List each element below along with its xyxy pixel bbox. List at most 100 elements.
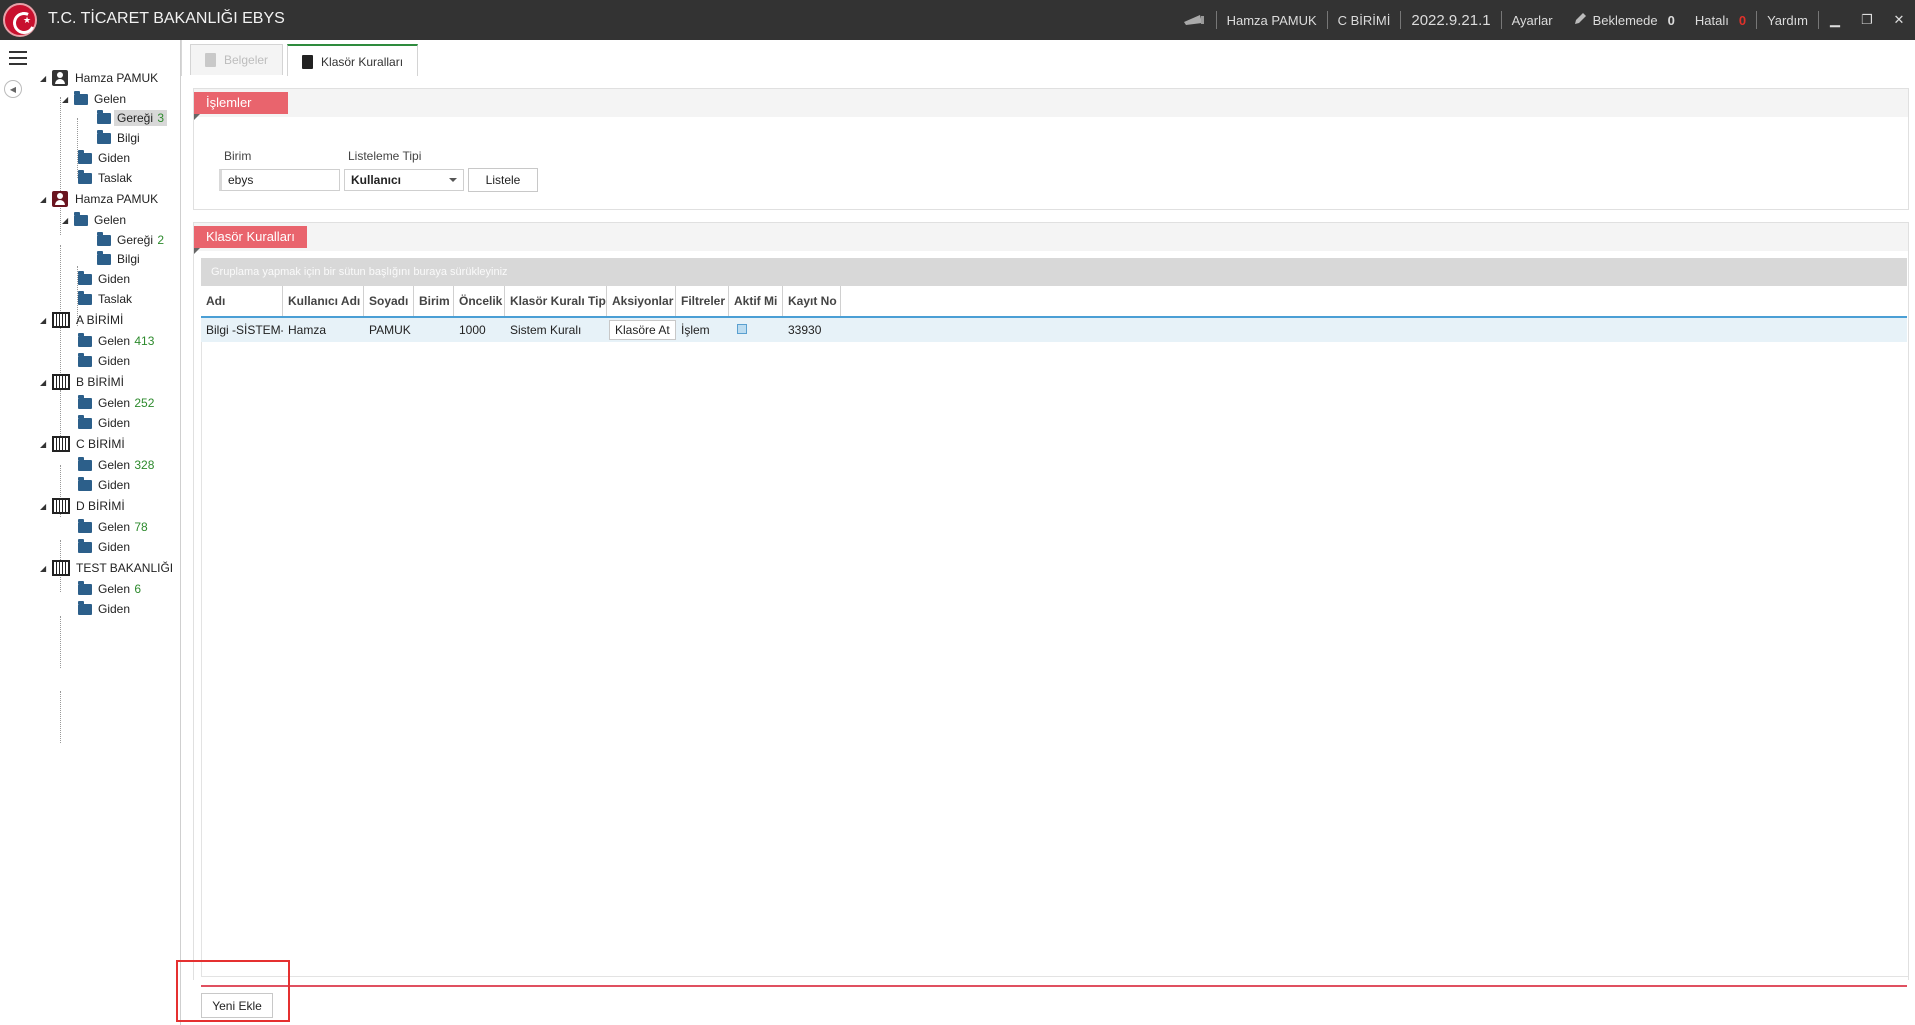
tree-node-outgoing[interactable]: Giden — [78, 413, 133, 433]
folder-count: 252 — [134, 396, 155, 410]
cell-actions: Klasöre At — [607, 318, 676, 342]
tree-node-outgoing[interactable]: Giden — [78, 475, 133, 495]
expand-arrow-icon[interactable]: ◢ — [62, 95, 74, 104]
tab-documents[interactable]: Belgeler — [190, 44, 284, 75]
tree-node-info[interactable]: Bilgi — [97, 249, 143, 269]
tree-node-unit-d[interactable]: ◢ D BİRİMİ — [40, 496, 128, 516]
column-header-filters[interactable]: Filtreler — [676, 286, 729, 316]
cell-filters: İşlem — [681, 323, 710, 337]
expand-arrow-icon[interactable]: ◢ — [40, 316, 52, 325]
collapse-panel-icon[interactable]: ◀ — [4, 80, 22, 98]
folder-icon — [78, 518, 92, 533]
tree-node-draft[interactable]: Taslak — [78, 289, 135, 309]
expand-arrow-icon[interactable]: ◢ — [62, 216, 74, 225]
folder-count: 328 — [134, 458, 155, 472]
current-user[interactable]: Hamza PAMUK — [1217, 0, 1327, 40]
tree-node-incoming[interactable]: Gelen 413 — [78, 331, 157, 351]
column-header-username[interactable]: Kullanıcı Adı — [283, 286, 364, 316]
group-by-drop-area[interactable]: Gruplama yapmak için bir sütun başlığını… — [201, 258, 1907, 286]
column-header-actions[interactable]: Aksiyonlar — [607, 286, 676, 316]
folder-icon — [78, 169, 92, 184]
tree-node-action-required[interactable]: Gereği 3 — [97, 108, 168, 128]
active-checkbox[interactable] — [737, 324, 747, 334]
tree-node-outgoing[interactable]: Giden — [78, 148, 133, 168]
tree-node-incoming[interactable]: Gelen 78 — [78, 517, 151, 537]
tree-node-draft[interactable]: Taslak — [78, 168, 135, 188]
tree-node-outgoing[interactable]: Giden — [78, 599, 133, 619]
move-to-folder-button[interactable]: Klasöre At — [609, 320, 676, 340]
column-header-surname[interactable]: Soyadı — [364, 286, 414, 316]
pending-label: Beklemede — [1592, 12, 1658, 28]
tree-node-incoming[interactable]: Gelen 252 — [78, 393, 157, 413]
grid-header: Adı Kullanıcı Adı Soyadı Birim Öncelik K… — [201, 286, 1907, 318]
column-header-record-no[interactable]: Kayıt No — [783, 286, 841, 316]
tree-node-incoming[interactable]: ◢ Gelen — [62, 89, 129, 109]
expand-arrow-icon[interactable]: ◢ — [40, 195, 52, 204]
tree-node-info[interactable]: Bilgi — [97, 128, 143, 148]
folder-icon — [78, 332, 92, 347]
cell-username: Hamza — [288, 323, 327, 337]
highlight-annotation — [176, 960, 290, 1022]
expand-arrow-icon[interactable]: ◢ — [40, 440, 52, 449]
error-count: 0 — [1738, 12, 1747, 28]
chevron-down-icon — [449, 178, 457, 182]
folder-count: 413 — [134, 334, 155, 348]
rules-grid — [201, 316, 1908, 977]
tree-node-incoming[interactable]: Gelen 328 — [78, 455, 157, 475]
expand-arrow-icon[interactable]: ◢ — [40, 502, 52, 511]
folder-icon — [97, 129, 111, 144]
folder-icon — [78, 394, 92, 409]
tree-node-user-role[interactable]: ◢ Hamza PAMUK — [40, 189, 161, 209]
list-type-label: Listeleme Tipi — [348, 149, 422, 163]
settings-link[interactable]: Ayarlar — [1502, 0, 1563, 40]
column-header-name[interactable]: Adı — [201, 286, 283, 316]
tree-node-test-ministry[interactable]: ◢ TEST BAKANLIĞI — [40, 558, 176, 578]
column-header-priority[interactable]: Öncelik — [454, 286, 505, 316]
folder-icon — [78, 149, 92, 164]
tree-node-unit-b[interactable]: ◢ B BİRİMİ — [40, 372, 127, 392]
tree-node-unit-a[interactable]: ◢ A BİRİMİ — [40, 310, 126, 330]
pending-status[interactable]: Beklemede 0 — [1563, 0, 1685, 40]
error-label: Hatalı — [1694, 12, 1729, 28]
folder-count: 2 — [157, 233, 165, 247]
current-unit[interactable]: C BİRİMİ — [1328, 0, 1401, 40]
folder-count: 6 — [134, 582, 142, 596]
menu-icon[interactable] — [9, 51, 27, 65]
column-header-active[interactable]: Aktif Mi — [729, 286, 783, 316]
list-button[interactable]: Listele — [468, 168, 538, 192]
pending-count: 0 — [1667, 12, 1675, 28]
tab-folder-rules[interactable]: Klasör Kuralları — [287, 44, 419, 77]
cell-rule-type: Sistem Kuralı — [510, 323, 582, 337]
folder-icon — [78, 600, 92, 615]
unit-label: Birim — [224, 149, 252, 163]
expand-arrow-icon[interactable]: ◢ — [40, 378, 52, 387]
tree-node-outgoing[interactable]: Giden — [78, 537, 133, 557]
column-header-unit[interactable]: Birim — [414, 286, 454, 316]
tree-node-action-required[interactable]: Gereği 2 — [97, 230, 167, 250]
tree-node-unit-c[interactable]: ◢ C BİRİMİ — [40, 434, 128, 454]
tree-node-outgoing[interactable]: Giden — [78, 351, 133, 371]
error-status[interactable]: Hatalı 0 — [1685, 0, 1756, 40]
restore-icon[interactable]: ❐ — [1851, 0, 1883, 40]
expand-arrow-icon[interactable]: ◢ — [40, 564, 52, 573]
expand-arrow-icon[interactable]: ◢ — [40, 74, 52, 83]
cell-active — [729, 318, 783, 342]
unit-input[interactable]: ebys — [219, 169, 340, 191]
minimize-icon[interactable]: ▁ — [1819, 0, 1851, 40]
pen-icon — [1573, 12, 1587, 29]
list-type-select[interactable]: Kullanıcı — [344, 169, 464, 191]
folder-icon — [97, 250, 111, 265]
announcement-icon[interactable] — [1172, 0, 1216, 40]
tree-node-outgoing[interactable]: Giden — [78, 269, 133, 289]
tree-node-incoming[interactable]: Gelen 6 — [78, 579, 144, 599]
ministry-logo: ★ — [3, 3, 39, 38]
help-link[interactable]: Yardım — [1757, 0, 1818, 40]
folder-icon — [78, 538, 92, 553]
folder-tree-panel: ◀ ◢ Hamza PAMUK ◢ Gelen Gereği 3 Bilgi G… — [0, 40, 181, 1025]
tree-node-user[interactable]: ◢ Hamza PAMUK — [40, 68, 161, 88]
app-title: T.C. TİCARET BAKANLIĞI EBYS — [48, 10, 285, 27]
column-header-rule-type[interactable]: Klasör Kuralı Tipi — [505, 286, 607, 316]
close-icon[interactable]: ✕ — [1883, 0, 1915, 40]
table-row[interactable]: Bilgi -SİSTEM- Hamza PAMUK 1000 Sistem K… — [201, 318, 1907, 342]
tree-node-incoming[interactable]: ◢ Gelen — [62, 210, 129, 230]
